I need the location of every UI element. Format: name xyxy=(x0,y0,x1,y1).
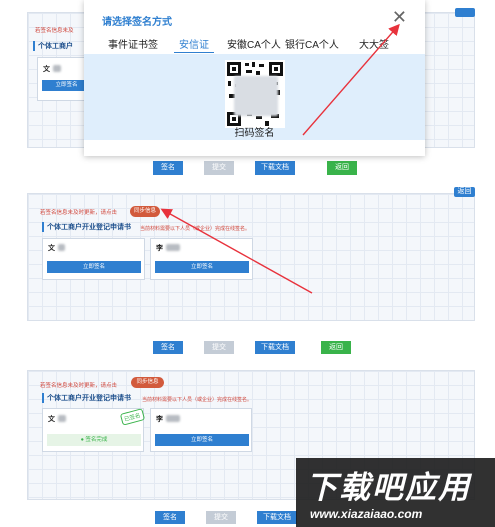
scan-to-sign-label: 扫码签名 xyxy=(234,128,275,139)
signature-tabs: 事件证书签 安信证 安徽CA个人 银行CA个人 大大签 xyxy=(84,32,425,54)
submit-button[interactable]: 提交 xyxy=(206,511,236,524)
sign-now-button[interactable]: 立即签名 xyxy=(155,434,249,446)
signed-stamp: 已签名 xyxy=(119,408,145,426)
sign-button[interactable]: 签名 xyxy=(155,511,185,524)
download-button[interactable]: 下载文档 xyxy=(257,511,297,524)
modal-title: 请选择签名方式 xyxy=(102,17,172,28)
panel-3-signer-card-1: 文 已签名 ● 签名完成 xyxy=(42,408,145,452)
sign-button[interactable]: 签名 xyxy=(153,341,183,354)
download-button[interactable]: 下载文档 xyxy=(255,341,295,354)
panel-1-form-title: 个体工商户 xyxy=(33,41,73,51)
panel-2-signer-card-1: 文 立即签名 xyxy=(42,238,145,280)
close-icon[interactable]: ✕ xyxy=(392,8,407,26)
qr-code-blur xyxy=(234,76,278,116)
signer-name: 文 xyxy=(48,245,55,252)
signature-method-modal: 请选择签名方式 ✕ 事件证书签 安信证 安徽CA个人 银行CA个人 大大签 扫码… xyxy=(84,0,425,156)
panel-1-notice: 若签名信息未及 xyxy=(35,28,74,34)
signer-name: 文 xyxy=(48,416,55,423)
panel-2-form-hint: 当前材料需要以下人员（或企业）完成在线签名。 xyxy=(140,226,251,232)
download-button[interactable]: 下载文档 xyxy=(255,161,295,175)
signer-name: 李 xyxy=(156,245,163,252)
signer-name: 文 xyxy=(43,66,50,73)
tab-event-cert[interactable]: 事件证书签 xyxy=(108,36,158,51)
back-button[interactable]: 返回 xyxy=(321,341,351,354)
tab-anhui-ca-personal[interactable]: 安徽CA个人 xyxy=(227,36,281,51)
panel-1-corner-button[interactable] xyxy=(455,8,475,17)
panel-3-form-hint: 当前材料需要以下人员（或企业）完成在线签名。 xyxy=(142,397,253,403)
panel-2-corner-button[interactable]: 返回 xyxy=(454,187,475,197)
panel-2-notice: 若签名信息未及时更新，请点击 xyxy=(40,210,118,216)
watermark-url: www.xiazaiaao.com xyxy=(310,507,423,521)
signer-name-blur xyxy=(58,244,65,251)
sync-info-button[interactable]: 同步信息 xyxy=(131,377,164,388)
signer-name-blur xyxy=(58,415,66,422)
panel-3-form-title: 个体工商户开业登记申请书 xyxy=(42,393,131,403)
active-tab-underline xyxy=(174,52,214,53)
panel-3-notice: 若签名信息未及时更新，请点击 xyxy=(40,383,118,389)
signer-name-blur xyxy=(166,415,180,422)
submit-button[interactable]: 提交 xyxy=(204,341,234,354)
tab-anxin-cert[interactable]: 安信证 xyxy=(179,36,209,51)
sign-complete-status: ● 签名完成 xyxy=(47,434,141,446)
watermark-title: 下载吧应用 xyxy=(306,470,471,505)
submit-button[interactable]: 提交 xyxy=(204,161,234,175)
signer-name-blur xyxy=(166,244,180,251)
watermark-logo: 下载吧应用 www.xiazaiaao.com xyxy=(296,458,495,527)
signer-name: 李 xyxy=(156,416,163,423)
sign-now-button[interactable]: 立即签名 xyxy=(155,261,249,273)
tab-bank-ca-personal[interactable]: 银行CA个人 xyxy=(285,36,339,51)
tab-dadaqian[interactable]: 大大签 xyxy=(359,36,389,51)
sign-now-button[interactable]: 立即签名 xyxy=(47,261,141,273)
panel-2-form-title: 个体工商户开业登记申请书 xyxy=(42,222,131,232)
signer-name-blur xyxy=(53,65,61,72)
panel-2-signer-card-2: 李 立即签名 xyxy=(150,238,253,280)
panel-3-signer-card-2: 李 立即签名 xyxy=(150,408,252,452)
sign-button[interactable]: 签名 xyxy=(153,161,183,175)
back-button[interactable]: 返回 xyxy=(327,161,357,175)
sync-info-button[interactable]: 同步信息 xyxy=(130,206,160,217)
